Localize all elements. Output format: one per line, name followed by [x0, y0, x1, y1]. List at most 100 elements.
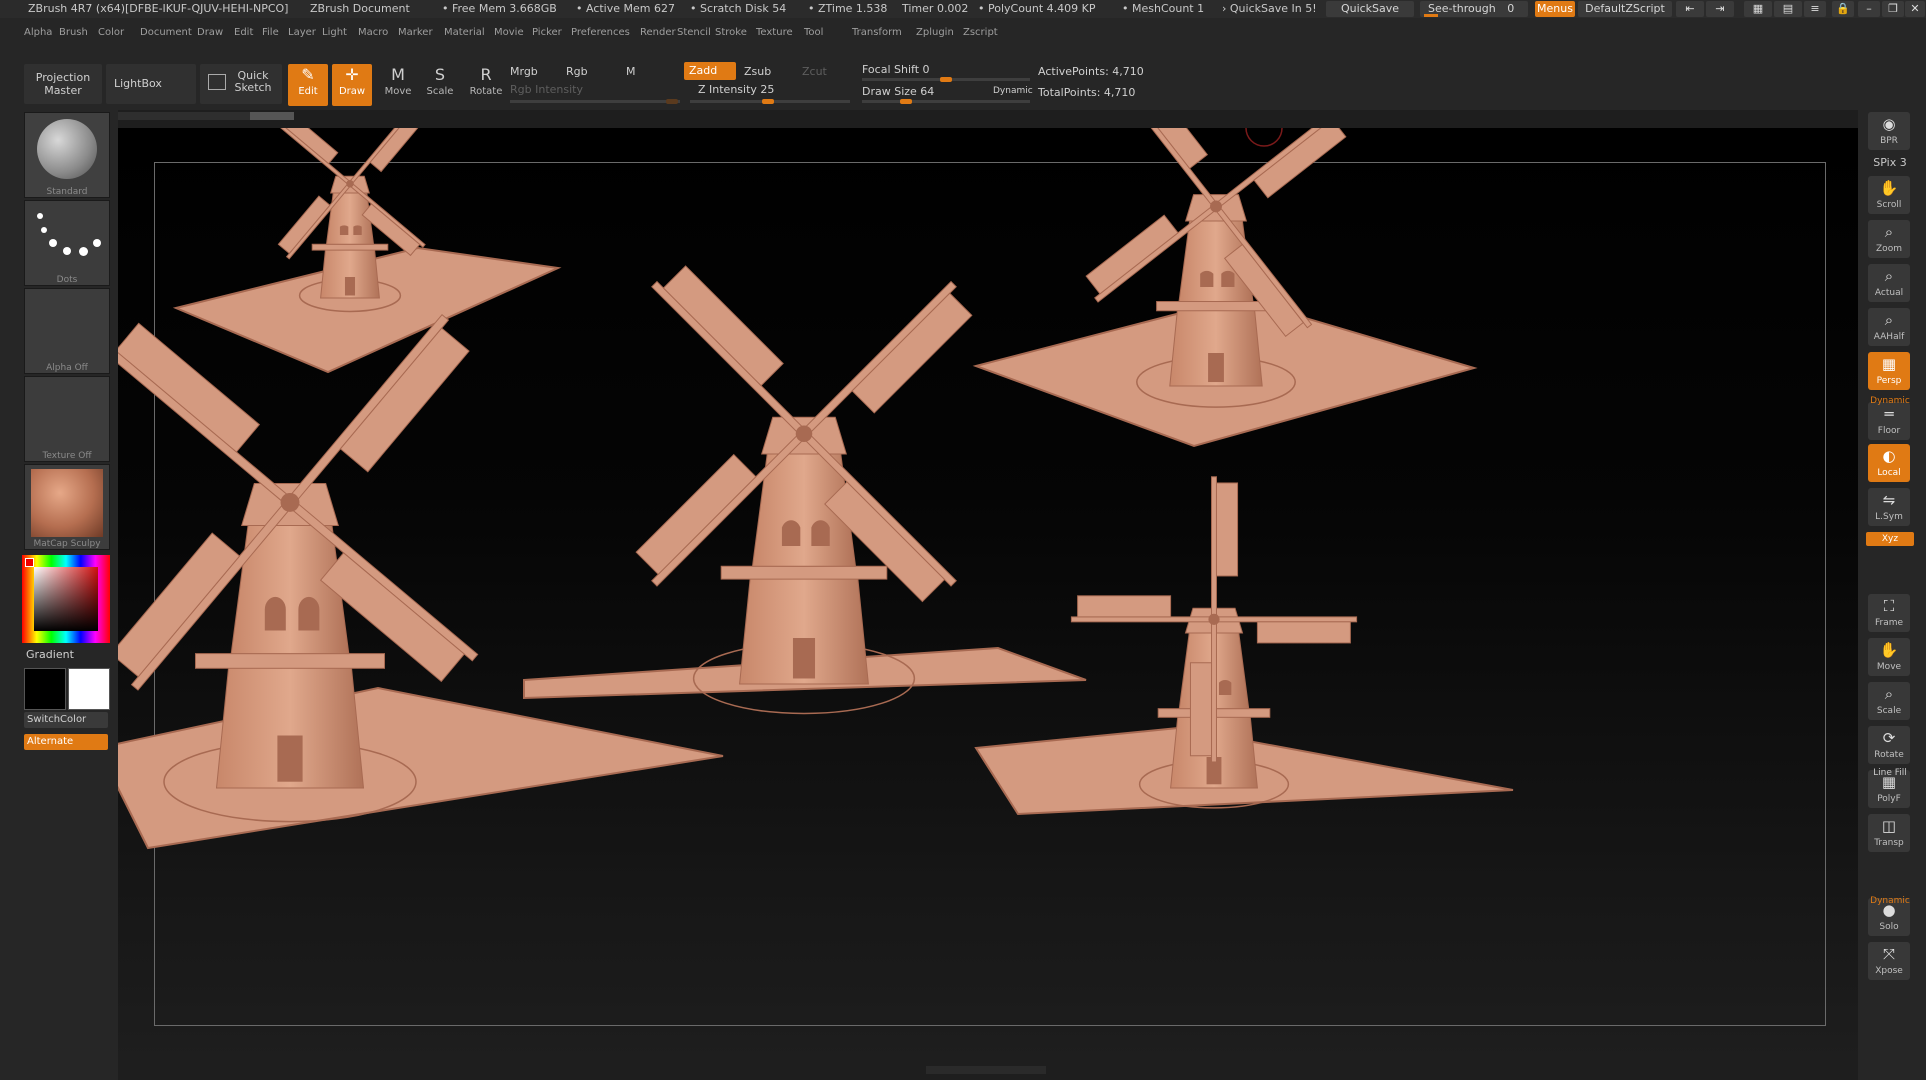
menu-preferences[interactable]: Preferences	[571, 18, 630, 48]
menu-alpha[interactable]: Alpha	[24, 18, 52, 48]
move-tool-button[interactable]: M Move	[378, 64, 418, 106]
frame-view-button[interactable]: ⛶ Frame	[1868, 594, 1910, 632]
dynamic-toggle[interactable]: Dynamic	[993, 86, 1033, 96]
menu-picker[interactable]: Picker	[532, 18, 562, 48]
xyz-symmetry-button[interactable]: Xyz	[1866, 532, 1914, 546]
menu-stencil[interactable]: Stencil	[677, 18, 711, 48]
quick-sketch-button[interactable]: Quick Sketch	[200, 64, 282, 104]
move-view-button[interactable]: ✋ Move	[1868, 638, 1910, 676]
maximize-icon[interactable]: ❐	[1882, 1, 1904, 17]
xpose-view-button[interactable]: ⤧ Xpose	[1868, 942, 1910, 980]
scale-tool-button[interactable]: S Scale	[420, 64, 460, 106]
alpha-label: Alpha Off	[46, 363, 88, 373]
persp-view-button[interactable]: ▦ Persp	[1868, 352, 1910, 390]
menu-draw[interactable]: Draw	[197, 18, 223, 48]
menu-transform[interactable]: Transform	[852, 18, 902, 48]
document-scrollbar[interactable]	[118, 112, 294, 120]
spix-slider[interactable]: SPix 3	[1866, 156, 1914, 169]
tool-label: Rotate	[469, 86, 503, 97]
secondary-color-swatch[interactable]	[68, 668, 110, 710]
layout-prev-icon[interactable]: ⇤	[1676, 1, 1704, 17]
focal-shift-slider[interactable]: Focal Shift 0	[862, 63, 930, 76]
rotate-view-button[interactable]: ⟳ Rotate	[1868, 726, 1910, 764]
actual-view-button[interactable]: ⌕ Actual	[1868, 264, 1910, 302]
bpr-view-button[interactable]: ◉ BPR	[1868, 112, 1910, 150]
rgb-intensity-track[interactable]	[510, 99, 680, 104]
menu-tool[interactable]: Tool	[804, 18, 823, 48]
windmill-hub	[280, 492, 300, 512]
brush-slot[interactable]: Standard	[24, 112, 110, 198]
focal-shift-track[interactable]	[862, 77, 1030, 82]
scroll-view-button[interactable]: ✋ Scroll	[1868, 176, 1910, 214]
aahalf-view-button[interactable]: ⌕ AAHalf	[1868, 308, 1910, 346]
m-button[interactable]: M	[626, 65, 636, 78]
zadd-button[interactable]: Zadd	[684, 62, 736, 80]
menu-marker[interactable]: Marker	[398, 18, 433, 48]
menu-layer[interactable]: Layer	[288, 18, 316, 48]
transp-icon: ◫	[1881, 817, 1897, 835]
menu-zplugin[interactable]: Zplugin	[916, 18, 954, 48]
lightbox-button[interactable]: LightBox	[106, 64, 196, 104]
dynamic-solo-toggle[interactable]: Dynamic	[1866, 896, 1914, 906]
menu-toggle-icon[interactable]: ≡	[1804, 1, 1826, 17]
blade-sail	[635, 453, 757, 575]
layout-next-icon[interactable]: ⇥	[1706, 1, 1734, 17]
minimize-icon[interactable]: –	[1858, 1, 1880, 17]
local-view-button[interactable]: ◐ Local	[1868, 444, 1910, 482]
lock-icon[interactable]: 🔒	[1832, 1, 1854, 17]
menu-brush[interactable]: Brush	[59, 18, 88, 48]
zcut-button[interactable]: Zcut	[802, 65, 827, 78]
layout-list-icon[interactable]: ▤	[1774, 1, 1802, 17]
layout-grid-icon[interactable]: ▦	[1744, 1, 1772, 17]
menu-material[interactable]: Material	[444, 18, 485, 48]
transp-view-button[interactable]: ◫ Transp	[1868, 814, 1910, 852]
alpha-slot[interactable]: Alpha Off	[24, 288, 110, 374]
menu-zscript[interactable]: Zscript	[963, 18, 998, 48]
alternate-button[interactable]: Alternate	[24, 734, 108, 750]
see-through-slider[interactable]: See-through 0	[1420, 1, 1528, 17]
draw-icon: ✛	[345, 65, 359, 84]
scale-view-button[interactable]: ⌕ Scale	[1868, 682, 1910, 720]
menu-stroke[interactable]: Stroke	[715, 18, 747, 48]
color-square[interactable]	[34, 567, 98, 631]
rotate-view-icon: ⟳	[1882, 729, 1896, 747]
lsym-view-button[interactable]: ⇋ L.Sym	[1868, 488, 1910, 526]
menu-light[interactable]: Light	[322, 18, 347, 48]
edit-tool-button[interactable]: ✎ Edit	[288, 64, 328, 106]
z-intensity-track[interactable]	[690, 99, 850, 104]
zsub-button[interactable]: Zsub	[744, 65, 771, 78]
color-picker[interactable]	[22, 555, 110, 643]
menu-color[interactable]: Color	[98, 18, 124, 48]
dynamic-persp-toggle[interactable]: Dynamic	[1866, 396, 1914, 406]
floor-view-button[interactable]: ═ Floor	[1868, 402, 1910, 440]
main-color-swatch[interactable]	[24, 668, 66, 710]
blade-sail	[662, 265, 784, 387]
stroke-slot[interactable]: Dots	[24, 200, 110, 286]
texture-slot[interactable]: Texture Off	[24, 376, 110, 462]
menu-macro[interactable]: Macro	[358, 18, 388, 48]
menus-button[interactable]: Menus	[1535, 1, 1575, 17]
projection-master-button[interactable]: Projection Master	[24, 64, 102, 104]
draw-size-slider[interactable]: Draw Size 64	[862, 85, 934, 98]
z-intensity-slider[interactable]: Z Intensity 25	[698, 83, 774, 96]
rgb-button[interactable]: Rgb	[566, 65, 588, 78]
draw-size-track[interactable]	[862, 99, 1030, 104]
timer: Timer 0.002	[902, 2, 969, 15]
menu-render[interactable]: Render	[640, 18, 676, 48]
default-zscript-button[interactable]: DefaultZScript	[1578, 1, 1672, 17]
rgb-intensity-slider[interactable]: Rgb Intensity	[510, 83, 583, 96]
close-icon[interactable]: ✕	[1905, 1, 1925, 17]
viewport-canvas[interactable]	[118, 128, 1858, 1074]
menu-texture[interactable]: Texture	[756, 18, 793, 48]
draw-tool-button[interactable]: ✛ Draw	[332, 64, 372, 106]
rotate-tool-button[interactable]: R Rotate	[466, 64, 506, 106]
menu-document[interactable]: Document	[140, 18, 192, 48]
mrgb-button[interactable]: Mrgb	[510, 65, 538, 78]
menu-movie[interactable]: Movie	[494, 18, 524, 48]
material-slot[interactable]: MatCap Sculpy	[24, 464, 110, 550]
menu-file[interactable]: File	[262, 18, 279, 48]
quicksave-button[interactable]: QuickSave	[1326, 1, 1414, 17]
zoom-view-button[interactable]: ⌕ Zoom	[1868, 220, 1910, 258]
menu-edit[interactable]: Edit	[234, 18, 253, 48]
switchcolor-button[interactable]: SwitchColor	[24, 712, 108, 728]
